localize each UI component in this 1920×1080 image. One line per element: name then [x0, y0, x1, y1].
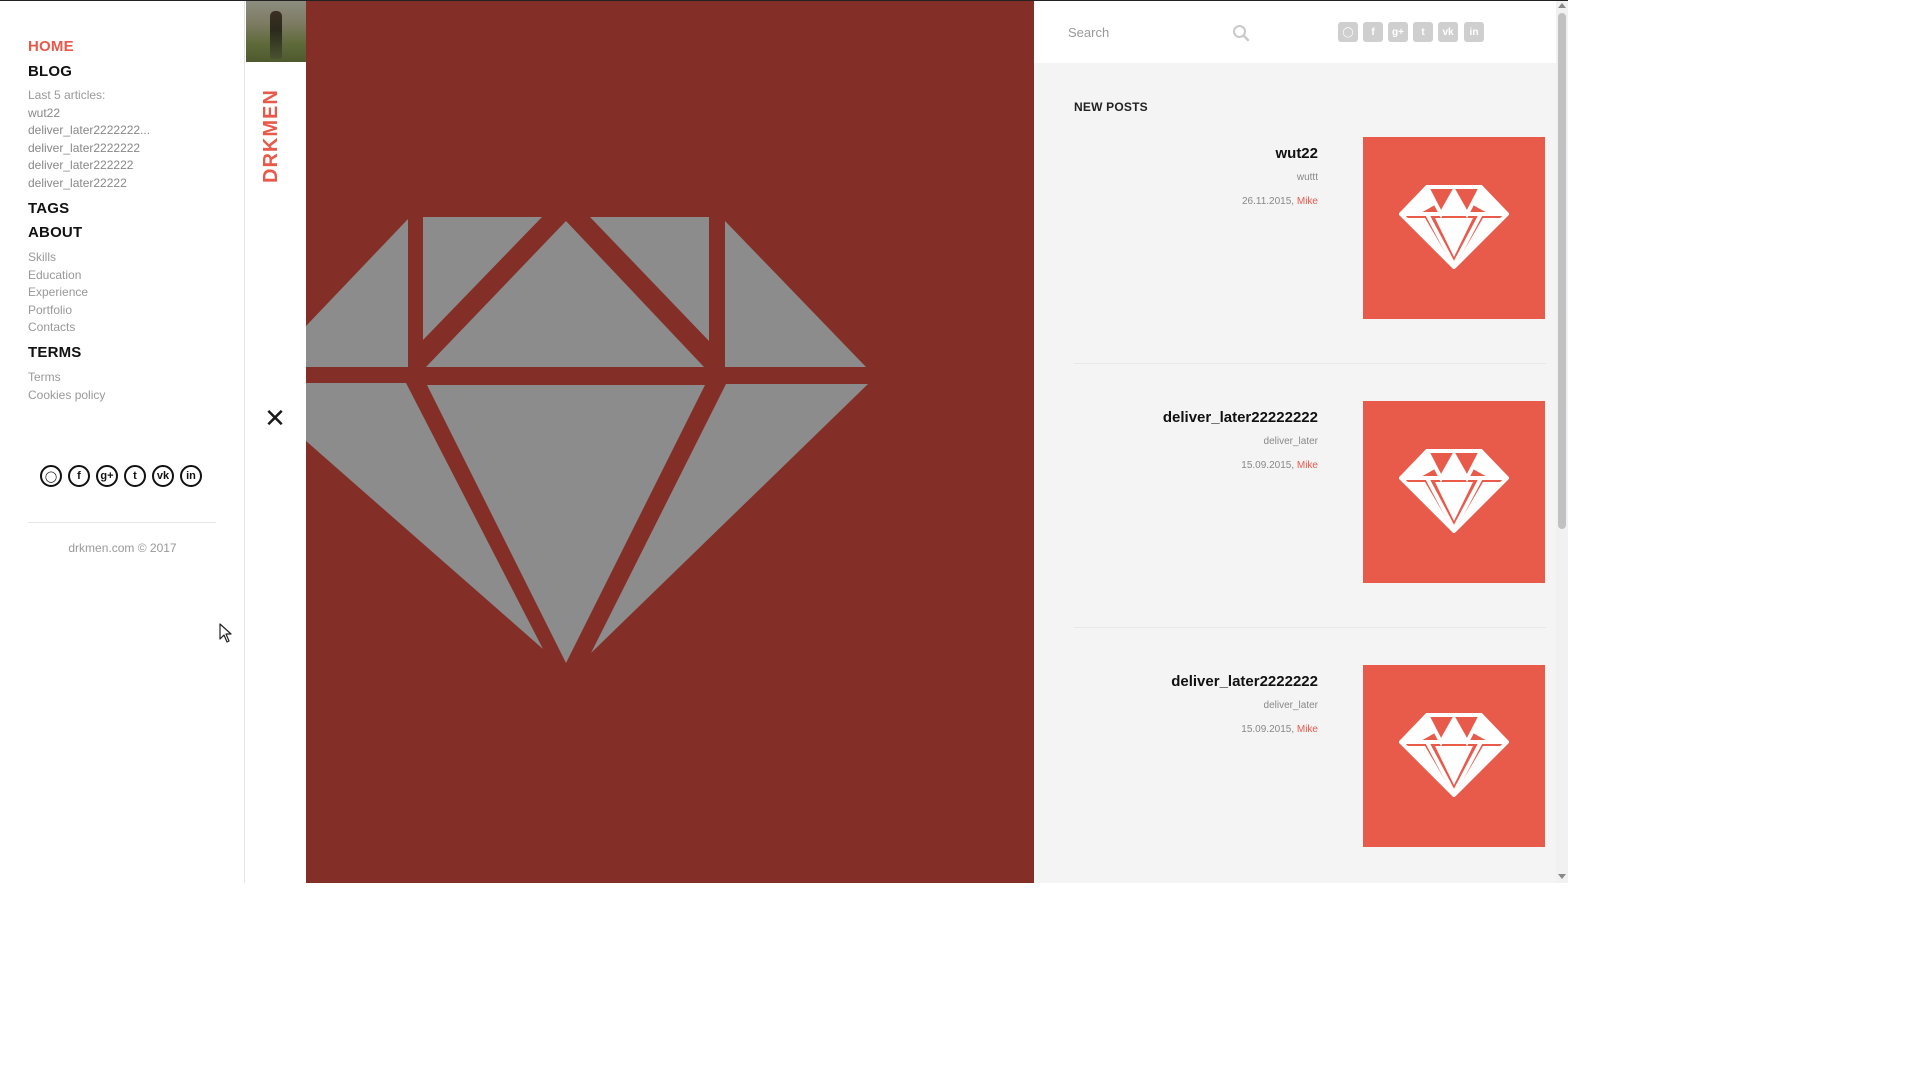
- post-date: 15.09.2015,: [1241, 460, 1295, 471]
- post-item: deliver_later22222222 deliver_later 15.0…: [1034, 401, 1556, 665]
- diamond-icon: [1399, 449, 1509, 533]
- linkedin-icon[interactable]: in: [1464, 22, 1484, 42]
- nav-about-link[interactable]: ABOUT: [28, 224, 82, 241]
- twitter-icon[interactable]: t: [124, 465, 146, 487]
- left-navigation: HOME BLOG Last 5 articles: wut22 deliver…: [0, 1, 245, 883]
- post-item: deliver_later2222222 deliver_later 15.09…: [1034, 665, 1556, 929]
- post-meta: 15.09.2015, Mike: [1241, 724, 1318, 735]
- copyright-text: drkmen.com © 2017: [68, 541, 177, 555]
- google-plus-icon[interactable]: g+: [1388, 22, 1408, 42]
- post-excerpt: wuttt: [1296, 172, 1318, 183]
- scroll-up-arrow[interactable]: [1558, 3, 1566, 8]
- article-link[interactable]: deliver_later22222: [28, 176, 127, 190]
- brand-strip: DRKMEN ✕: [246, 1, 306, 883]
- article-link[interactable]: wut22: [28, 106, 60, 120]
- post-date: 15.09.2015,: [1241, 724, 1295, 735]
- linkedin-icon[interactable]: in: [180, 465, 202, 487]
- nav-blog-link[interactable]: BLOG: [28, 63, 72, 80]
- github-icon[interactable]: ◯: [1338, 22, 1358, 42]
- page-scrollbar[interactable]: [1556, 1, 1568, 883]
- social-links: ◯ f g+ t vk in: [40, 465, 210, 489]
- facebook-icon[interactable]: f: [1363, 22, 1383, 42]
- post-author-link[interactable]: Mike: [1297, 460, 1318, 471]
- post-author-link[interactable]: Mike: [1297, 196, 1318, 207]
- divider: [1074, 363, 1546, 364]
- new-posts-heading: NEW POSTS: [1074, 100, 1148, 114]
- search-icon[interactable]: [1232, 24, 1250, 42]
- post-item: wut22 wuttt 26.11.2015, Mike: [1034, 137, 1556, 401]
- post-title[interactable]: wut22: [1275, 145, 1318, 162]
- post-title[interactable]: deliver_later22222222: [1163, 409, 1318, 426]
- scrollbar-thumb[interactable]: [1558, 13, 1566, 529]
- post-title[interactable]: deliver_later2222222: [1171, 673, 1318, 690]
- post-meta: 15.09.2015, Mike: [1241, 460, 1318, 471]
- terms-link[interactable]: Terms: [28, 370, 61, 384]
- diamond-icon: [1399, 185, 1509, 269]
- divider: [28, 522, 216, 523]
- post-thumbnail[interactable]: [1363, 401, 1545, 583]
- vk-icon[interactable]: vk: [152, 465, 174, 487]
- divider: [1074, 627, 1546, 628]
- vk-icon[interactable]: vk: [1438, 22, 1458, 42]
- last-articles-label: Last 5 articles:: [28, 88, 106, 102]
- post-author-link[interactable]: Mike: [1297, 724, 1318, 735]
- post-thumbnail[interactable]: [1363, 665, 1545, 847]
- about-skills-link[interactable]: Skills: [28, 250, 56, 264]
- top-bar: ◯ f g+ t vk in: [1034, 1, 1556, 63]
- about-experience-link[interactable]: Experience: [28, 285, 88, 299]
- post-meta: 26.11.2015, Mike: [1242, 196, 1318, 207]
- nav-terms-link[interactable]: TERMS: [28, 344, 82, 361]
- author-photo[interactable]: [246, 1, 306, 62]
- search-input[interactable]: [1068, 21, 1258, 43]
- scroll-down-arrow[interactable]: [1558, 874, 1566, 879]
- about-education-link[interactable]: Education: [28, 268, 81, 282]
- nav-home-link[interactable]: HOME: [28, 38, 74, 55]
- mouse-cursor-icon: [219, 623, 232, 643]
- article-link[interactable]: deliver_later2222222: [28, 141, 140, 155]
- site-logo-text[interactable]: DRKMEN: [260, 89, 283, 183]
- diamond-icon: [1399, 713, 1509, 797]
- twitter-icon[interactable]: t: [1413, 22, 1433, 42]
- facebook-icon[interactable]: f: [68, 465, 90, 487]
- hero-banner: [306, 1, 1034, 883]
- cookies-policy-link[interactable]: Cookies policy: [28, 388, 105, 402]
- nav-tags-link[interactable]: TAGS: [28, 200, 69, 217]
- about-contacts-link[interactable]: Contacts: [28, 320, 75, 334]
- article-link[interactable]: deliver_later2222222...: [28, 123, 150, 137]
- article-link[interactable]: deliver_later222222: [28, 158, 133, 172]
- about-portfolio-link[interactable]: Portfolio: [28, 303, 72, 317]
- right-sidebar: ◯ f g+ t vk in NEW POSTS wut22 wuttt 26.…: [1034, 1, 1556, 883]
- close-menu-button[interactable]: ✕: [262, 405, 288, 431]
- google-plus-icon[interactable]: g+: [96, 465, 118, 487]
- post-thumbnail[interactable]: [1363, 137, 1545, 319]
- github-icon[interactable]: ◯: [40, 465, 62, 487]
- post-excerpt: deliver_later: [1263, 700, 1318, 711]
- post-excerpt: deliver_later: [1263, 436, 1318, 447]
- post-date: 26.11.2015,: [1242, 196, 1295, 207]
- diamond-icon: [306, 217, 868, 663]
